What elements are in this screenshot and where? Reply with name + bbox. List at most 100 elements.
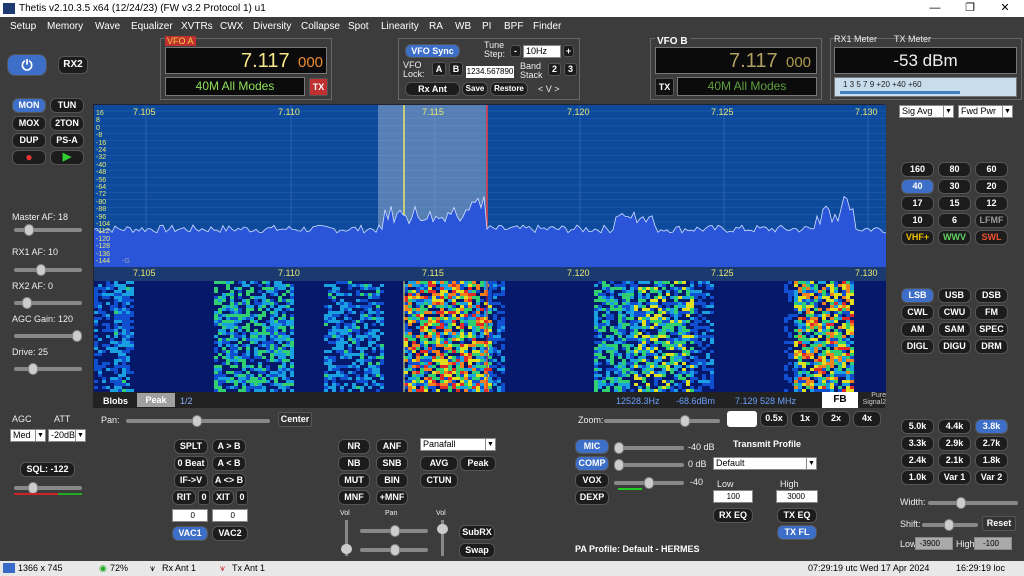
menu-spot[interactable]: Spot: [348, 21, 369, 32]
filter-high-input[interactable]: -100: [974, 537, 1012, 550]
slider-knob[interactable]: [36, 264, 46, 276]
band-17-button[interactable]: 17: [901, 196, 934, 211]
mode-drm-button[interactable]: DRM: [975, 339, 1008, 354]
slider-knob[interactable]: [614, 442, 624, 454]
nb-button[interactable]: NB: [338, 456, 370, 471]
dup-button[interactable]: DUP: [12, 133, 46, 148]
menu-setup[interactable]: Setup: [10, 21, 36, 32]
vfo-sync-button[interactable]: VFO Sync: [405, 44, 460, 58]
display-page[interactable]: 1/2: [180, 396, 193, 406]
zoom-2x-button[interactable]: 2x: [822, 411, 850, 427]
vox-button[interactable]: VOX: [575, 473, 609, 488]
xit-value-button[interactable]: 0: [236, 490, 248, 505]
slider-knob[interactable]: [22, 297, 32, 309]
rx2-af-slider[interactable]: [14, 297, 82, 309]
band-40-button[interactable]: 40: [901, 179, 934, 194]
vfo-a-tx-button[interactable]: TX: [309, 78, 328, 96]
subrx-button[interactable]: SubRX: [459, 525, 495, 540]
restore-button[interactable]: Restore: [490, 82, 528, 96]
dexp-button[interactable]: DEXP: [575, 490, 609, 505]
slider-knob[interactable]: [614, 459, 624, 471]
slider-knob[interactable]: [390, 544, 400, 556]
menu-pi[interactable]: PI: [482, 21, 491, 32]
rx2-button[interactable]: RX2: [58, 56, 88, 74]
filter-var-2-button[interactable]: Var 2: [975, 470, 1008, 485]
filter-1-8k-button[interactable]: 1.8k: [975, 453, 1008, 468]
slider-knob[interactable]: [437, 524, 448, 534]
mode-lsb-button[interactable]: LSB: [901, 288, 934, 303]
bin-button[interactable]: BIN: [376, 473, 408, 488]
mox-button[interactable]: MOX: [12, 116, 46, 131]
vfo-lock-freq[interactable]: 1234.567890: [466, 66, 514, 78]
tune-step-select[interactable]: 10Hz: [523, 45, 561, 58]
mode-cwu-button[interactable]: CWU: [938, 305, 971, 320]
peak-display-button[interactable]: Peak: [137, 393, 175, 407]
band-60-button[interactable]: 60: [975, 162, 1008, 177]
comp-button[interactable]: COMP: [575, 456, 609, 471]
vol-slider[interactable]: [341, 520, 352, 556]
swap-button[interactable]: Swap: [459, 543, 495, 558]
display-mode-select[interactable]: Panafall ▼: [420, 438, 496, 451]
tx-meter-select[interactable]: Fwd Pwr ▼: [958, 105, 1013, 118]
zoom-0-5x-button[interactable]: 0.5x: [760, 411, 788, 427]
tx-fl-button[interactable]: TX FL: [777, 525, 817, 540]
band-160-button[interactable]: 160: [901, 162, 934, 177]
band-stack-arrows[interactable]: < V >: [538, 84, 560, 94]
mnf-button[interactable]: MNF: [338, 490, 370, 505]
zero-beat-button[interactable]: 0 Beat: [174, 456, 208, 471]
save-button[interactable]: Save: [462, 82, 488, 96]
mode-usb-button[interactable]: USB: [938, 288, 971, 303]
mode-fm-button[interactable]: FM: [975, 305, 1008, 320]
band-10-button[interactable]: 10: [901, 213, 934, 228]
filter-shift-slider[interactable]: [922, 519, 978, 531]
record-button[interactable]: ●: [12, 150, 46, 165]
panadapter-display[interactable]: [93, 104, 886, 408]
band-wwv-button[interactable]: WWV: [938, 230, 971, 245]
band-30-button[interactable]: 30: [938, 179, 971, 194]
xit-input[interactable]: 0: [212, 509, 248, 522]
menu-memory[interactable]: Memory: [47, 21, 83, 32]
tx-high-input[interactable]: 3000: [776, 490, 818, 503]
xit-button[interactable]: XIT: [212, 490, 234, 505]
menu-xvtrs[interactable]: XVTRs: [181, 21, 213, 32]
rx-meter-select[interactable]: Sig Avg ▼: [899, 105, 954, 118]
anf-button[interactable]: ANF: [376, 439, 408, 454]
comp-slider[interactable]: [614, 459, 684, 471]
vfo-lock-b-button[interactable]: B: [449, 62, 463, 76]
mon-button[interactable]: MON: [12, 98, 46, 113]
slider-knob[interactable]: [341, 544, 352, 554]
play-button[interactable]: ▶: [50, 150, 84, 165]
vfo-lock-a-button[interactable]: A: [432, 62, 446, 76]
agc-select[interactable]: Med ▼: [10, 429, 46, 442]
band-80-button[interactable]: 80: [938, 162, 971, 177]
zoom-quarter-button[interactable]: [727, 411, 757, 427]
tun-button[interactable]: TUN: [50, 98, 84, 113]
split-button[interactable]: SPLT: [174, 439, 208, 454]
rit-input[interactable]: 0: [172, 509, 208, 522]
vox-slider[interactable]: [614, 477, 684, 489]
mode-spec-button[interactable]: SPEC: [975, 322, 1008, 337]
slider-knob[interactable]: [72, 330, 82, 342]
band-12-button[interactable]: 12: [975, 196, 1008, 211]
tx-profile-select[interactable]: Default ▼: [713, 457, 817, 470]
band-6-button[interactable]: 6: [938, 213, 971, 228]
filter-1-0k-button[interactable]: 1.0k: [901, 470, 934, 485]
filter-2-4k-button[interactable]: 2.4k: [901, 453, 934, 468]
vac1-button[interactable]: VAC1: [172, 526, 208, 541]
slider-knob[interactable]: [680, 415, 690, 427]
menu-linearity[interactable]: Linearity: [381, 21, 419, 32]
band-lfmf-button[interactable]: LFMF: [975, 213, 1008, 228]
sql-button[interactable]: SQL: -122: [20, 462, 75, 477]
ctun-button[interactable]: CTUN: [420, 473, 458, 488]
plus-mnf-button[interactable]: +MNF: [376, 490, 408, 505]
maximize-icon[interactable]: ❐: [955, 1, 985, 16]
tx-eq-button[interactable]: TX EQ: [777, 508, 817, 523]
rx-ant-button[interactable]: Rx Ant: [405, 82, 460, 96]
minimize-icon[interactable]: —: [920, 1, 950, 16]
rx1-af-slider[interactable]: [14, 264, 82, 276]
mode-am-button[interactable]: AM: [901, 322, 934, 337]
slider-knob[interactable]: [944, 519, 954, 531]
tune-step-plus-button[interactable]: +: [563, 45, 574, 57]
a-swap-b-button[interactable]: A <> B: [212, 473, 246, 488]
peak-button[interactable]: Peak: [460, 456, 496, 471]
